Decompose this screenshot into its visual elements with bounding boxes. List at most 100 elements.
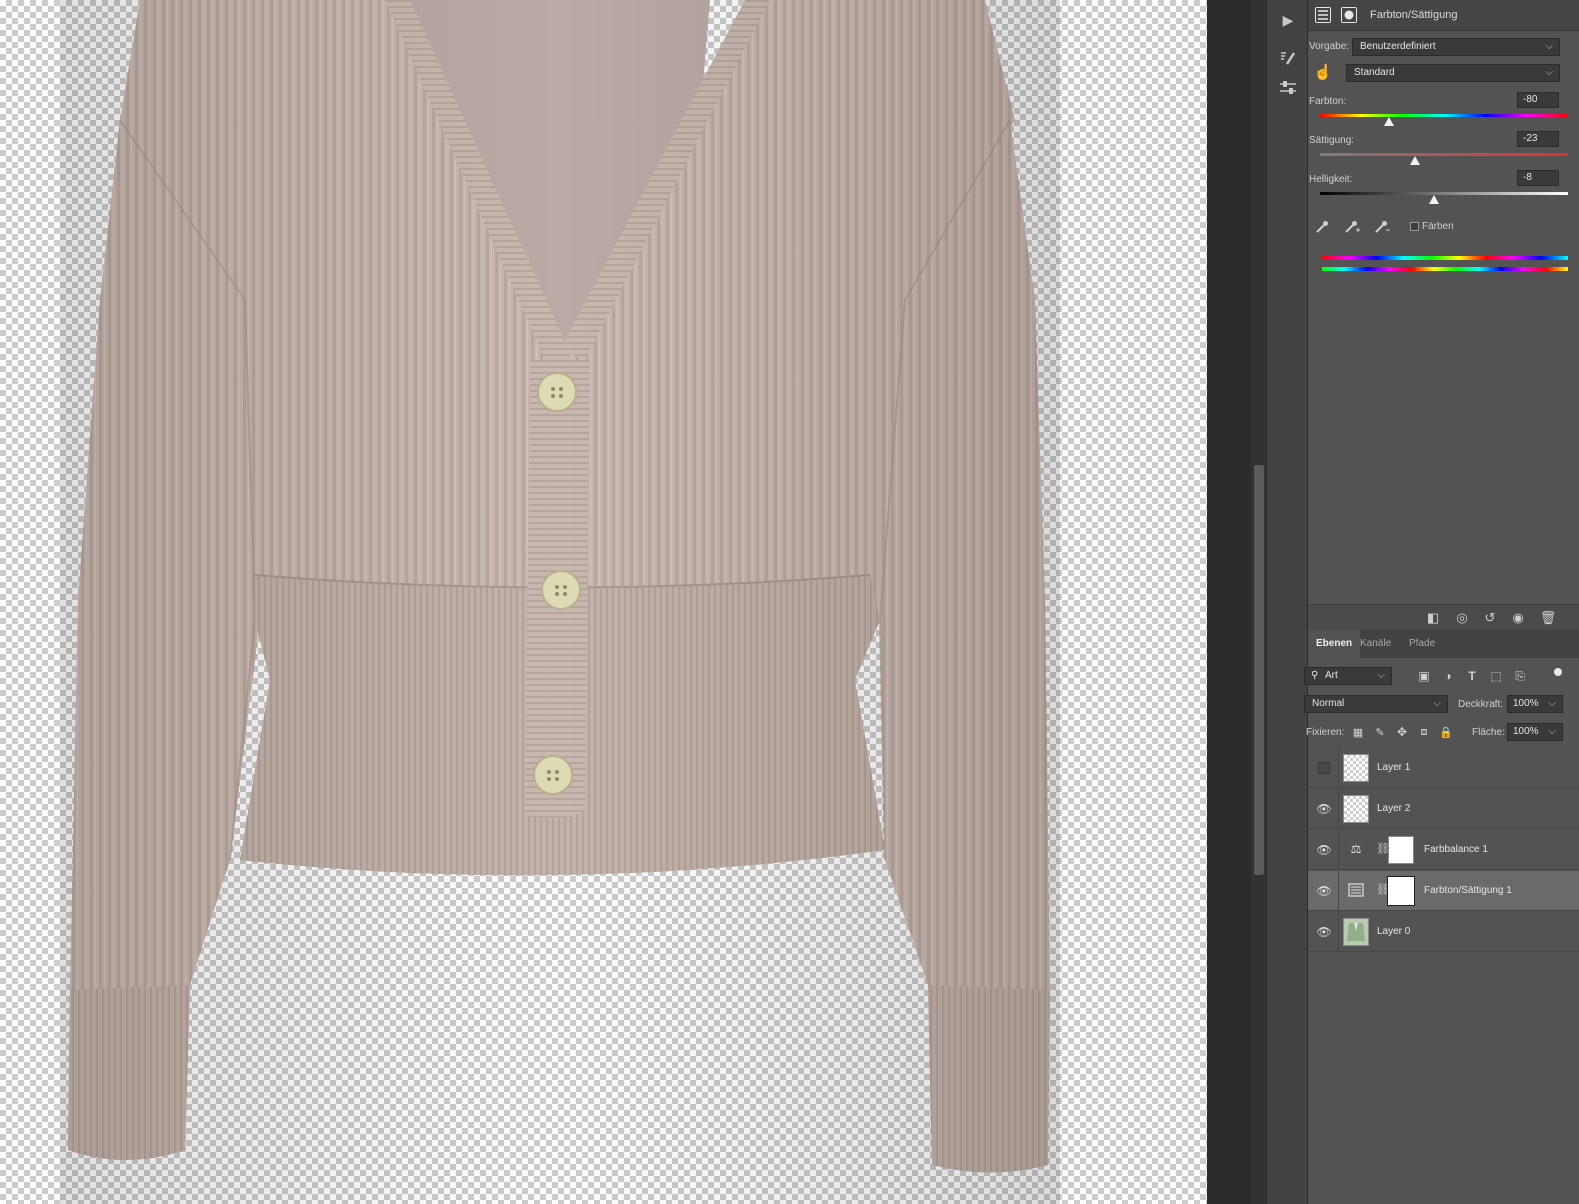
- colorize-label: Färben: [1422, 221, 1454, 232]
- hue-label: Farbton:: [1309, 96, 1347, 107]
- filter-shape-icon[interactable]: ⬚: [1487, 667, 1505, 685]
- chevron-down-icon: ⌵: [1545, 41, 1553, 52]
- preset-dropdown[interactable]: Benutzerdefiniert ⌵: [1352, 38, 1560, 56]
- document-canvas[interactable]: [0, 0, 1207, 1204]
- layer-row-layer-2[interactable]: 👁 Layer 2: [1308, 789, 1579, 829]
- chevron-down-icon: ⌵: [1548, 698, 1556, 709]
- reset-icon[interactable]: ↺: [1481, 609, 1499, 627]
- lock-pixels-icon[interactable]: ✎: [1371, 723, 1389, 741]
- lightness-slider[interactable]: [1320, 192, 1568, 195]
- tab-paths[interactable]: Pfade: [1401, 630, 1443, 658]
- saturation-slider-thumb[interactable]: [1410, 156, 1421, 165]
- colorize-checkbox[interactable]: [1410, 222, 1419, 231]
- layer-name: Farbton/Sättigung 1: [1424, 885, 1512, 896]
- preset-value: Benutzerdefiniert: [1360, 41, 1436, 52]
- view-previous-state-icon[interactable]: ◎: [1453, 609, 1471, 627]
- layer-thumbnail: [1343, 754, 1369, 782]
- hue-saturation-layer-icon: [1347, 883, 1365, 899]
- lock-position-icon[interactable]: ✥: [1393, 723, 1411, 741]
- properties-footer: ◧ ◎ ↺ ◉ 🗑: [1308, 604, 1579, 631]
- right-panel: Farbton/Sättigung Vorgabe: Benutzerdefin…: [1304, 0, 1579, 1204]
- layer-name: Layer 2: [1377, 803, 1411, 814]
- result-spectrum-bar: [1322, 267, 1568, 271]
- range-value: Standard: [1354, 67, 1395, 78]
- lightness-slider-thumb[interactable]: [1429, 195, 1440, 204]
- lock-all-icon[interactable]: 🔒: [1437, 723, 1455, 741]
- layer-mask-thumbnail[interactable]: [1387, 876, 1415, 906]
- fill-value: 100%: [1513, 726, 1539, 737]
- blend-mode-value: Normal: [1312, 698, 1345, 709]
- layer-row-hue-saturation[interactable]: 👁 ⛓ Farbton/Sättigung 1: [1308, 871, 1579, 911]
- search-icon: ⚲: [1311, 670, 1319, 681]
- link-icon[interactable]: ⛓: [1376, 883, 1390, 899]
- color-balance-icon: ⚖: [1350, 842, 1362, 856]
- layer-name: Layer 1: [1377, 762, 1411, 773]
- saturation-input[interactable]: -23: [1517, 131, 1559, 147]
- layers-tabs: Ebenen Kanäle Pfade: [1308, 630, 1579, 658]
- canvas-gutter: [1207, 0, 1251, 1204]
- lock-artboard-icon[interactable]: ⧈: [1415, 723, 1433, 741]
- lock-transparent-icon[interactable]: ▦: [1349, 723, 1367, 741]
- opacity-input[interactable]: 100% ⌵: [1507, 695, 1563, 713]
- filter-smart-object-icon[interactable]: ⎘: [1511, 667, 1529, 685]
- lock-label: Fixieren:: [1306, 727, 1345, 738]
- preset-label: Vorgabe:: [1309, 41, 1350, 52]
- panel-icon-strip: ▶: [1267, 0, 1307, 1204]
- fill-input[interactable]: 100% ⌵: [1507, 723, 1563, 741]
- layer-name: Farbbalance 1: [1424, 844, 1488, 855]
- brush-settings-icon[interactable]: [1276, 46, 1300, 70]
- filter-type-icon[interactable]: T: [1463, 667, 1481, 685]
- hue-slider-thumb[interactable]: [1383, 117, 1394, 126]
- eyedropper-plus-icon[interactable]: [1343, 218, 1361, 236]
- hue-slider[interactable]: [1320, 114, 1568, 117]
- fill-label: Fläche:: [1472, 727, 1505, 738]
- hue-input[interactable]: -80: [1517, 92, 1559, 108]
- properties-panel: Farbton/Sättigung Vorgabe: Benutzerdefin…: [1308, 0, 1579, 608]
- source-spectrum-bar: [1322, 256, 1568, 260]
- eye-icon[interactable]: 👁: [1316, 883, 1332, 899]
- layer-filter-value: Art: [1325, 670, 1338, 681]
- layer-thumbnail: [1343, 795, 1369, 823]
- chevron-down-icon: ⌵: [1377, 670, 1385, 681]
- trash-icon[interactable]: 🗑: [1539, 609, 1557, 627]
- range-dropdown[interactable]: Standard ⌵: [1346, 64, 1560, 82]
- tab-channels[interactable]: Kanäle: [1352, 630, 1399, 658]
- vertical-scrollbar[interactable]: [1251, 0, 1267, 1204]
- layer-thumbnail: [1343, 918, 1369, 946]
- filter-pixel-icon[interactable]: ▣: [1415, 667, 1433, 685]
- chevron-down-icon: ⌵: [1433, 698, 1441, 709]
- eye-icon[interactable]: 👁: [1316, 801, 1332, 817]
- layer-filter-dropdown[interactable]: ⚲ Art ⌵: [1304, 667, 1392, 685]
- eye-icon[interactable]: 👁: [1316, 924, 1332, 940]
- filter-toggle[interactable]: [1554, 668, 1562, 676]
- filter-adjustment-icon[interactable]: ◑: [1439, 667, 1457, 685]
- properties-title: Farbton/Sättigung: [1370, 9, 1458, 21]
- saturation-label: Sättigung:: [1309, 135, 1355, 146]
- lightness-input[interactable]: -8: [1517, 170, 1559, 186]
- properties-header: Farbton/Sättigung: [1308, 0, 1579, 31]
- saturation-slider[interactable]: [1320, 153, 1568, 156]
- targeted-adjustment-icon[interactable]: ☝: [1314, 63, 1333, 81]
- eye-icon[interactable]: 👁: [1316, 842, 1332, 858]
- lightness-label: Helligkeit:: [1309, 174, 1353, 185]
- link-icon[interactable]: ⛓: [1376, 842, 1390, 858]
- layer-row-layer-1[interactable]: Layer 1: [1308, 748, 1579, 788]
- layer-row-layer-0[interactable]: 👁 Layer 0: [1308, 912, 1579, 952]
- hue-saturation-icon: [1315, 7, 1331, 23]
- eye-icon[interactable]: ◉: [1509, 609, 1527, 627]
- play-icon[interactable]: ▶: [1276, 8, 1300, 32]
- layer-mask-thumbnail[interactable]: [1388, 836, 1414, 864]
- opacity-label: Deckkraft:: [1458, 699, 1504, 710]
- visibility-toggle-off[interactable]: [1318, 762, 1330, 774]
- eyedropper-icon[interactable]: [1313, 218, 1331, 236]
- scrollbar-thumb[interactable]: [1254, 465, 1264, 875]
- opacity-value: 100%: [1513, 698, 1539, 709]
- layer-row-color-balance[interactable]: 👁 ⚖ ⛓ Farbbalance 1: [1308, 830, 1579, 870]
- chevron-down-icon: ⌵: [1548, 726, 1556, 737]
- eyedropper-minus-icon[interactable]: [1373, 218, 1391, 236]
- layer-name: Layer 0: [1377, 926, 1411, 937]
- mask-icon[interactable]: [1341, 7, 1357, 23]
- blend-mode-dropdown[interactable]: Normal ⌵: [1304, 695, 1448, 713]
- clip-to-layer-icon[interactable]: ◧: [1424, 609, 1442, 627]
- adjustments-icon[interactable]: [1276, 76, 1300, 100]
